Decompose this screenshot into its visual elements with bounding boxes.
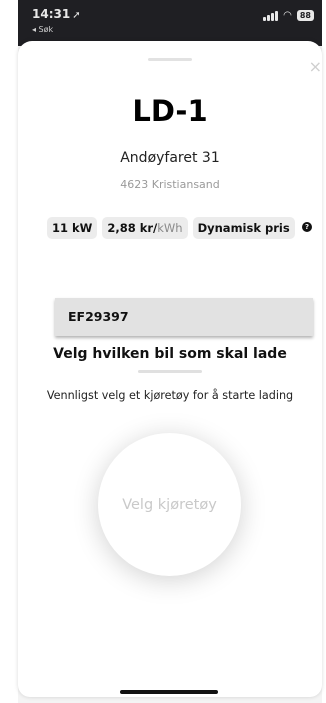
- charger-title: LD-1: [132, 94, 208, 128]
- choose-vehicle-button[interactable]: Velg kjøretøy: [98, 433, 241, 576]
- choose-vehicle-heading: Velg hvilken bil som skal lade: [53, 346, 287, 362]
- charger-postcode: 4623 Kristiansand: [120, 178, 220, 191]
- clock-text: 14:31: [32, 7, 71, 21]
- status-bar: 14:31 ➚ ◂ Søk ◠ 88: [18, 0, 322, 46]
- sheet-grabber[interactable]: [148, 58, 192, 61]
- home-indicator[interactable]: [120, 690, 218, 694]
- status-time: 14:31 ➚: [32, 7, 81, 21]
- divider-bar: [138, 370, 202, 373]
- wifi-icon: ◠: [283, 9, 292, 21]
- close-icon[interactable]: ×: [309, 59, 322, 75]
- battery-icon: 88: [296, 10, 314, 21]
- location-arrow-icon: ➚: [72, 10, 81, 21]
- choose-vehicle-button-label: Velg kjøretøy: [122, 496, 217, 513]
- charger-address: Andøyfaret 31: [120, 150, 220, 166]
- info-icon[interactable]: ?: [302, 222, 312, 232]
- pricing-type-chip[interactable]: Dynamisk pris: [192, 217, 295, 239]
- price-chip: 2,88 kr/kWh: [102, 217, 188, 239]
- price-value: 2,88 kr/: [107, 221, 158, 235]
- status-icons: ◠ 88: [263, 10, 314, 21]
- signal-icon: [263, 10, 279, 21]
- back-to-search-link[interactable]: ◂ Søk: [32, 25, 53, 34]
- charger-sheet: × LD-1 Andøyfaret 31 4623 Kristiansand 1…: [18, 41, 322, 697]
- price-unit: kWh: [157, 221, 183, 235]
- vehicle-option[interactable]: EF29397: [55, 298, 313, 336]
- charger-info-chips: 11 kW 2,88 kr/kWh Dynamisk pris: [47, 217, 295, 239]
- power-chip: 11 kW: [47, 217, 98, 239]
- choose-vehicle-instructions: Vennligst velg et kjøretøy for å starte …: [46, 389, 294, 402]
